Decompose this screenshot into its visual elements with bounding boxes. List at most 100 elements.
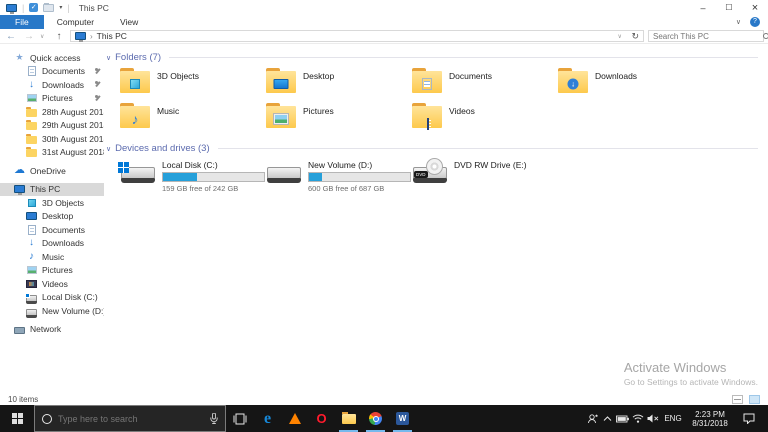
sidebar-item-folder-30th[interactable]: 30th August 2018 <box>0 132 104 146</box>
details-view-icon[interactable] <box>732 395 743 404</box>
search-icon[interactable] <box>763 33 768 39</box>
explorer-search-box[interactable] <box>648 30 764 42</box>
drive-new-volume-d[interactable]: New Volume (D:) 600 GB free of 687 GB <box>266 158 412 194</box>
minimize-button[interactable] <box>690 0 716 15</box>
taskbar-search-input[interactable] <box>58 414 204 424</box>
sidebar-item-folder-28th[interactable]: 28th August 2018 <box>0 105 104 119</box>
window-controls <box>690 0 768 15</box>
sidebar-item-videos[interactable]: Videos <box>0 277 104 291</box>
maximize-button[interactable] <box>716 0 742 15</box>
close-button[interactable] <box>742 0 768 15</box>
taskbar-search-box[interactable] <box>34 405 226 432</box>
folder-desktop[interactable]: Desktop <box>266 67 412 101</box>
folder-pictures[interactable]: Pictures <box>266 102 412 136</box>
disc-icon <box>426 158 443 175</box>
customize-qat-chevron-icon[interactable]: ▾ <box>59 4 62 11</box>
ribbon-tabs: File Computer View ∨ <box>0 15 768 29</box>
vlc-icon <box>289 413 301 424</box>
taskbar-app-chrome[interactable] <box>362 405 389 432</box>
tab-view[interactable]: View <box>107 15 151 29</box>
start-button[interactable] <box>0 405 34 432</box>
computer-icon <box>14 185 25 193</box>
folder-icon <box>26 136 37 144</box>
taskbar-app-vlc[interactable] <box>281 405 308 432</box>
folder-cube-icon <box>120 68 150 94</box>
sidebar-item-network[interactable]: Network <box>0 323 104 337</box>
drive-dvd-rw-e[interactable]: DVD RW Drive (E:) <box>412 158 558 194</box>
address-bar[interactable]: › This PC ∨ <box>70 30 644 42</box>
taskbar-app-word[interactable] <box>389 405 416 432</box>
document-icon <box>28 225 36 235</box>
folder-documents[interactable]: Documents <box>412 67 558 101</box>
capacity-bar <box>308 172 411 182</box>
folder-downloads[interactable]: Downloads <box>558 67 704 101</box>
sidebar-item-folder-29th[interactable]: 29th August 2018 <box>0 119 104 133</box>
tab-file[interactable]: File <box>0 15 44 29</box>
sidebar-item-onedrive[interactable]: OneDrive <box>0 164 104 178</box>
this-pc-icon <box>6 4 17 12</box>
folder-icon <box>26 109 37 117</box>
volume-status[interactable] <box>645 414 660 423</box>
sidebar-item-music[interactable]: Music <box>0 250 104 264</box>
activate-windows-watermark: Activate Windows Go to Settings to activ… <box>624 360 758 387</box>
tab-computer[interactable]: Computer <box>44 15 107 29</box>
group-header-devices[interactable]: ∨ Devices and drives (3) <box>106 143 758 154</box>
address-dropdown-chevron-icon[interactable]: ∨ <box>617 33 625 40</box>
collapse-chevron-icon[interactable]: ∨ <box>106 54 111 62</box>
drive-local-disk-c[interactable]: Local Disk (C:) 159 GB free of 242 GB <box>120 158 266 194</box>
sidebar-item-downloads-pc[interactable]: Downloads <box>0 237 104 251</box>
sidebar-item-folder-31st[interactable]: 31st August 2018 <box>0 146 104 160</box>
taskbar-app-file-explorer[interactable] <box>335 405 362 432</box>
sidebar-item-3d-objects[interactable]: 3D Objects <box>0 196 104 210</box>
group-header-folders[interactable]: ∨ Folders (7) <box>106 52 758 63</box>
folder-music[interactable]: Music <box>120 102 266 136</box>
pictures-icon <box>27 94 37 102</box>
recent-locations-chevron-icon[interactable]: ∨ <box>40 33 48 40</box>
sidebar-item-desktop[interactable]: Desktop <box>0 210 104 224</box>
collapse-chevron-icon[interactable]: ∨ <box>106 145 111 153</box>
sidebar-item-documents-pc[interactable]: Documents <box>0 223 104 237</box>
sidebar-item-downloads[interactable]: Downloads <box>0 78 104 92</box>
expand-ribbon-chevron-icon[interactable]: ∨ <box>736 18 741 26</box>
chrome-icon <box>369 412 382 425</box>
edge-icon <box>264 410 271 428</box>
sidebar-item-pictures-pc[interactable]: Pictures <box>0 264 104 278</box>
sidebar-item-documents[interactable]: Documents <box>0 65 104 79</box>
sidebar-item-this-pc[interactable]: This PC <box>0 183 104 197</box>
refresh-icon[interactable] <box>631 31 639 42</box>
folder-documents-icon <box>412 68 442 94</box>
new-folder-icon[interactable] <box>43 4 54 12</box>
sidebar-item-new-volume-d[interactable]: New Volume (D:) <box>0 304 104 318</box>
network-status[interactable] <box>630 414 645 423</box>
help-icon[interactable] <box>750 17 760 27</box>
search-input[interactable] <box>653 32 763 41</box>
action-center-button[interactable] <box>734 413 764 424</box>
breadcrumb[interactable]: This PC <box>97 31 127 41</box>
sidebar-item-quick-access[interactable]: Quick access <box>0 51 104 65</box>
folder-videos[interactable]: Videos <box>412 102 558 136</box>
drives-grid: Local Disk (C:) 159 GB free of 242 GB Ne… <box>104 158 768 194</box>
task-view-button[interactable] <box>226 405 254 432</box>
forward-button[interactable]: → <box>22 31 36 42</box>
speaker-muted-icon <box>647 414 659 423</box>
people-button[interactable] <box>585 413 600 424</box>
show-hidden-icons-button[interactable] <box>600 416 615 422</box>
sidebar-item-pictures[interactable]: Pictures <box>0 92 104 106</box>
sidebar-item-local-disk-c[interactable]: Local Disk (C:) <box>0 291 104 305</box>
back-button[interactable]: ← <box>4 31 18 42</box>
quick-access-star-icon <box>14 52 25 63</box>
properties-icon[interactable] <box>29 3 38 12</box>
chevron-up-icon <box>603 416 612 422</box>
clock[interactable]: 2:23 PM 8/31/2018 <box>686 410 734 428</box>
language-indicator[interactable]: ENG <box>660 414 686 423</box>
folder-3d-objects[interactable]: 3D Objects <box>120 67 266 101</box>
taskbar-app-opera[interactable] <box>308 405 335 432</box>
drive-icon <box>26 309 37 316</box>
drive-icon <box>266 158 304 190</box>
folder-desktop-icon <box>266 68 296 94</box>
taskbar-app-edge[interactable] <box>254 405 281 432</box>
up-button[interactable]: ↑ <box>52 31 66 42</box>
opera-icon <box>316 411 326 426</box>
large-icons-view-icon[interactable] <box>749 395 760 404</box>
battery-status[interactable] <box>615 415 630 423</box>
